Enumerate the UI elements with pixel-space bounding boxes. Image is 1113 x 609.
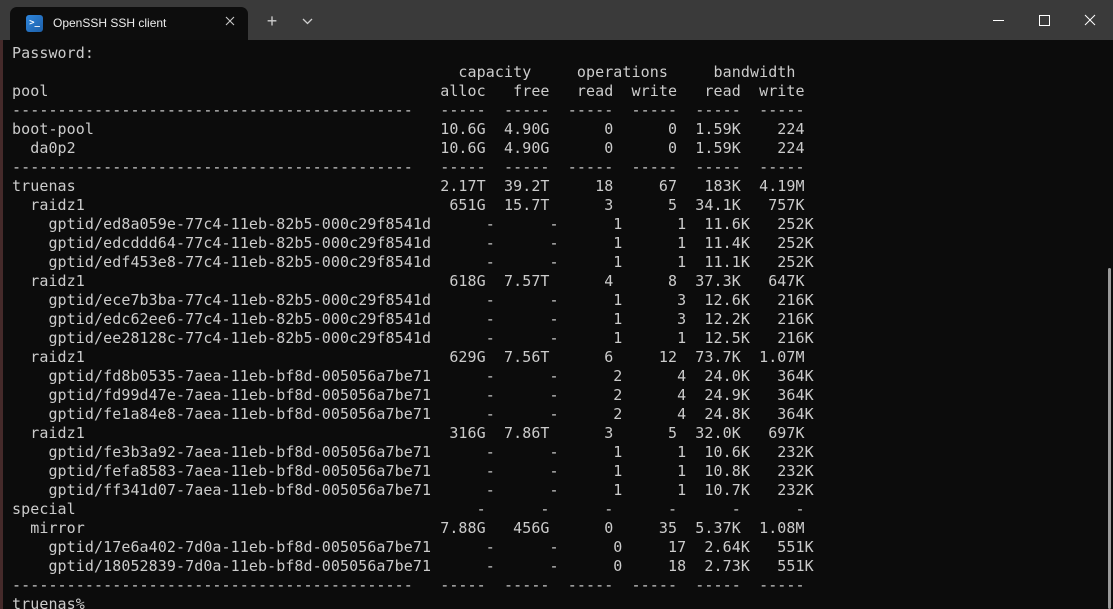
terminal-line: gptid/fe1a84e8-7aea-11eb-bf8d-005056a7be… bbox=[12, 405, 814, 423]
tab-close-icon[interactable] bbox=[222, 16, 238, 32]
terminal-line: raidz1 618G 7.57T 4 8 37.3K 647K bbox=[12, 272, 805, 290]
terminal-line: gptid/edf453e8-77c4-11eb-82b5-000c29f854… bbox=[12, 253, 814, 271]
tab-openssh-ssh-client[interactable]: >_ OpenSSH SSH client bbox=[10, 7, 248, 40]
terminal-line: Password: bbox=[12, 44, 94, 62]
terminal-line: raidz1 651G 15.7T 3 5 34.1K 757K bbox=[12, 196, 805, 214]
terminal-line: gptid/edcddd64-77c4-11eb-82b5-000c29f854… bbox=[12, 234, 814, 252]
terminal-line: gptid/ee28128c-77c4-11eb-82b5-000c29f854… bbox=[12, 329, 814, 347]
vertical-scrollbar-thumb[interactable] bbox=[1108, 268, 1111, 609]
titlebar: >_ OpenSSH SSH client + bbox=[0, 0, 1113, 40]
terminal-line: truenas 2.17T 39.2T 18 67 183K 4.19M bbox=[12, 177, 805, 195]
terminal-line: gptid/fd99d47e-7aea-11eb-bf8d-005056a7be… bbox=[12, 386, 814, 404]
terminal-line: gptid/ed8a059e-77c4-11eb-82b5-000c29f854… bbox=[12, 215, 814, 233]
terminal-line: ----------------------------------------… bbox=[12, 101, 805, 119]
terminal-line: gptid/18052839-7d0a-11eb-bf8d-005056a7be… bbox=[12, 557, 814, 575]
terminal-line: capacity operations bandwidth bbox=[12, 63, 805, 81]
terminal-line: gptid/ff341d07-7aea-11eb-bf8d-005056a7be… bbox=[12, 481, 814, 499]
terminal-line: pool alloc free read write read write bbox=[12, 82, 805, 100]
new-tab-button[interactable]: + bbox=[258, 7, 286, 35]
terminal-line: gptid/fefa8583-7aea-11eb-bf8d-005056a7be… bbox=[12, 462, 814, 480]
terminal-window: >_ OpenSSH SSH client + Password: capaci… bbox=[0, 0, 1113, 609]
caption-buttons bbox=[975, 0, 1113, 40]
terminal-line: raidz1 316G 7.86T 3 5 32.0K 697K bbox=[12, 424, 805, 442]
terminal-line: gptid/fd8b0535-7aea-11eb-bf8d-005056a7be… bbox=[12, 367, 814, 385]
terminal-line: gptid/fe3b3a92-7aea-11eb-bf8d-005056a7be… bbox=[12, 443, 814, 461]
terminal-line: mirror 7.88G 456G 0 35 5.37K 1.08M bbox=[12, 519, 805, 537]
terminal-line: gptid/17e6a402-7d0a-11eb-bf8d-005056a7be… bbox=[12, 538, 814, 556]
terminal-line: ----------------------------------------… bbox=[12, 576, 805, 594]
terminal-output[interactable]: Password: capacity operations bandwidth … bbox=[0, 40, 1113, 609]
close-button[interactable] bbox=[1067, 0, 1113, 40]
openssh-terminal-icon: >_ bbox=[26, 15, 43, 32]
terminal-line: boot-pool 10.6G 4.90G 0 0 1.59K 224 bbox=[12, 120, 805, 138]
terminal-line: ----------------------------------------… bbox=[12, 158, 805, 176]
terminal-line: da0p2 10.6G 4.90G 0 0 1.59K 224 bbox=[12, 139, 805, 157]
maximize-button[interactable] bbox=[1021, 0, 1067, 40]
terminal-line: gptid/edc62ee6-77c4-11eb-82b5-000c29f854… bbox=[12, 310, 814, 328]
tab-dropdown-chevron-icon[interactable] bbox=[293, 7, 321, 35]
terminal-line: special - - - - - - bbox=[12, 500, 805, 518]
terminal-line: gptid/ece7b3ba-77c4-11eb-82b5-000c29f854… bbox=[12, 291, 814, 309]
tab-title: OpenSSH SSH client bbox=[53, 16, 167, 30]
minimize-button[interactable] bbox=[975, 0, 1021, 40]
terminal-line: raidz1 629G 7.56T 6 12 73.7K 1.07M bbox=[12, 348, 805, 366]
terminal-line: truenas% bbox=[12, 595, 85, 609]
